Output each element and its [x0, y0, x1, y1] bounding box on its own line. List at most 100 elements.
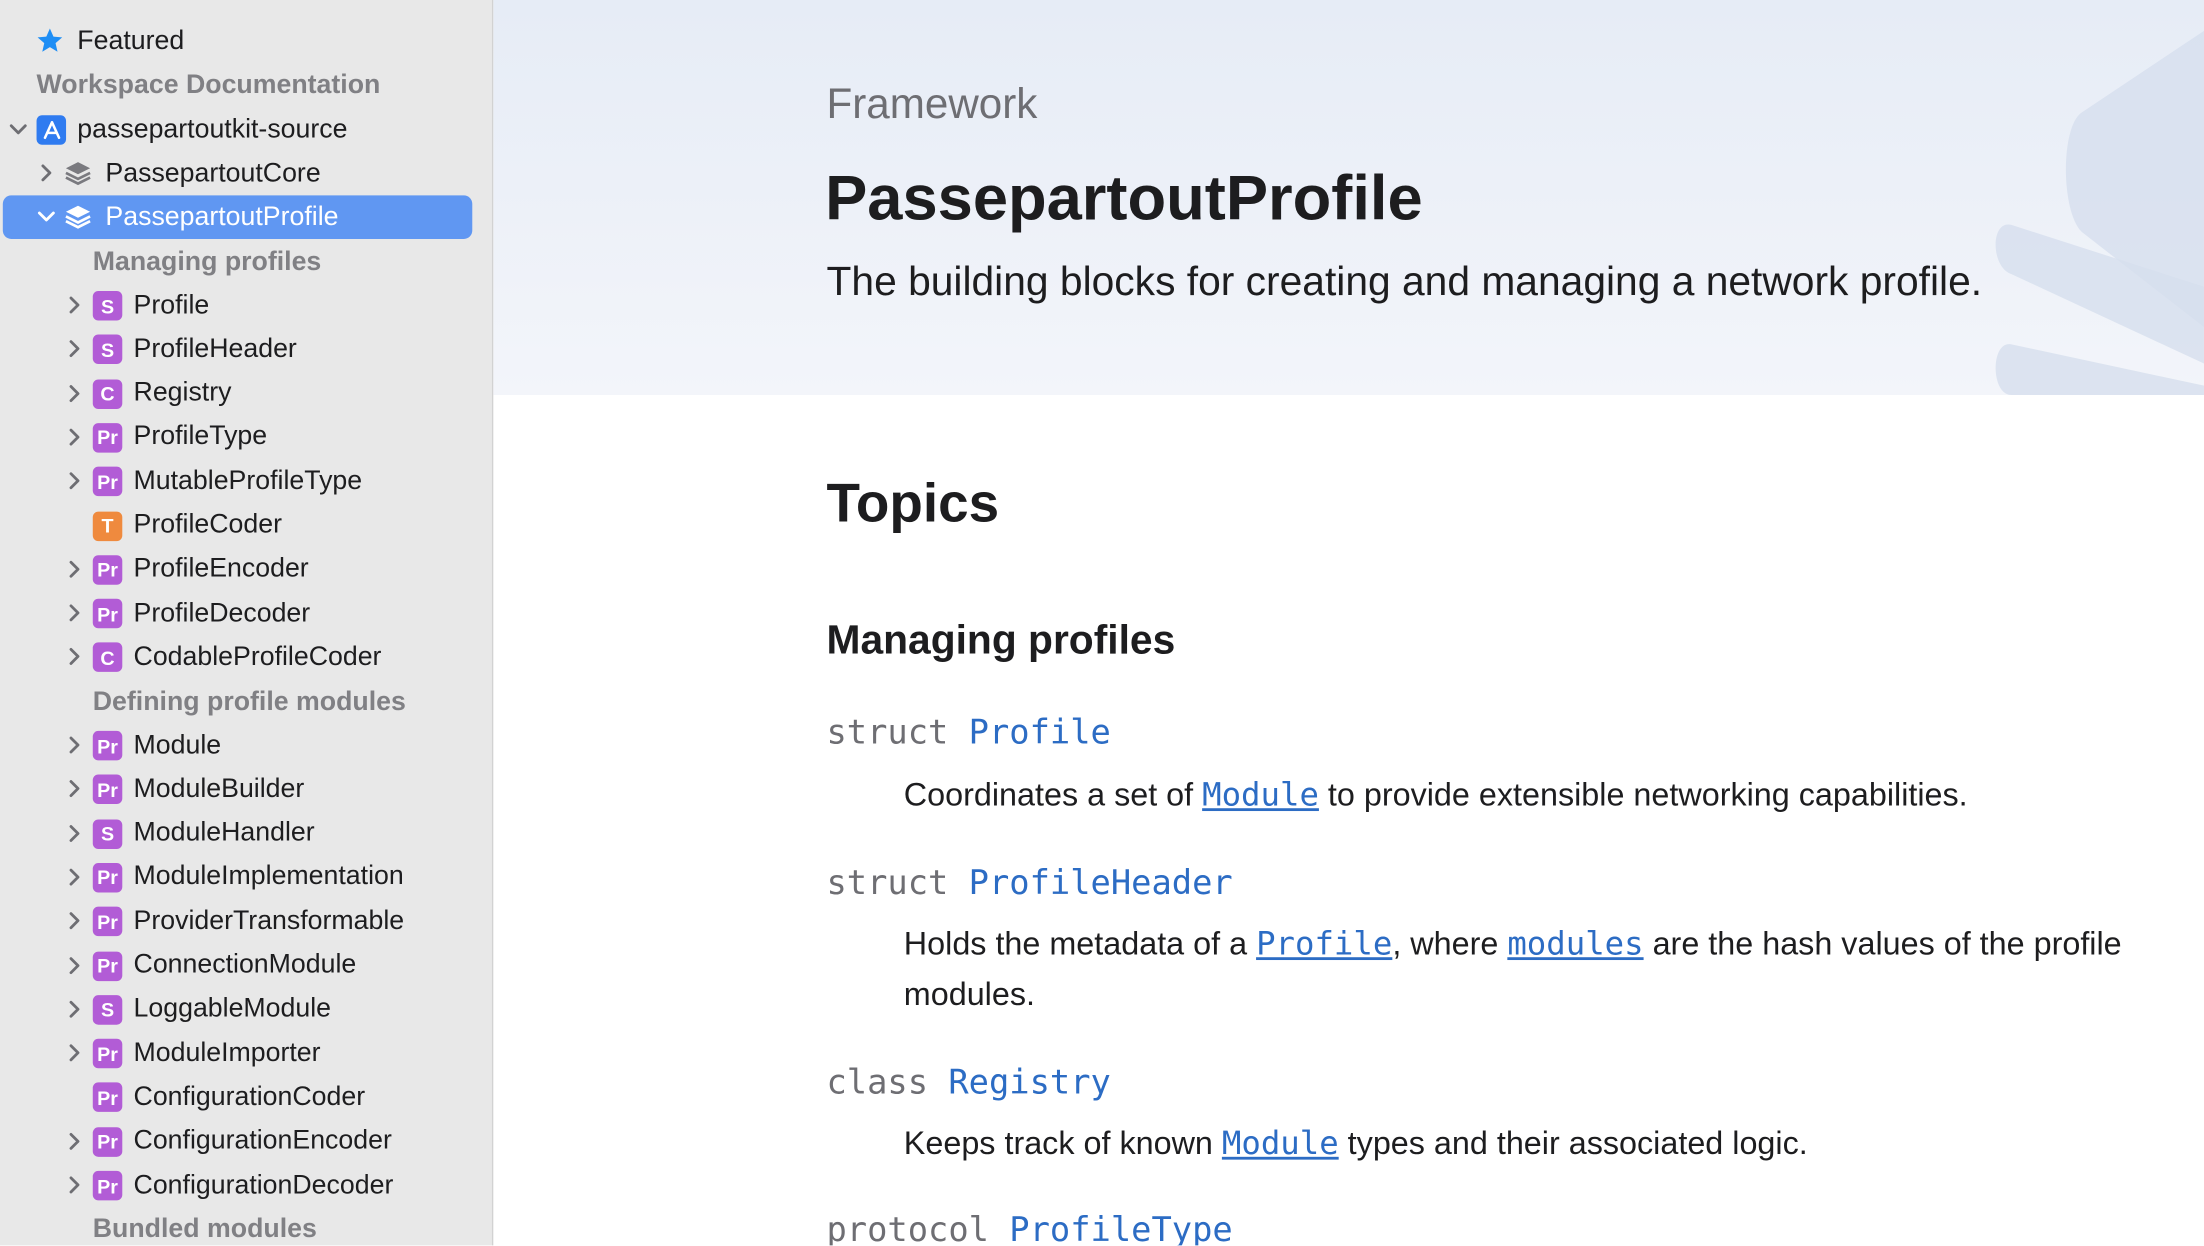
- topic-link[interactable]: ProfileType: [1009, 1210, 1232, 1245]
- sidebar-item-featured[interactable]: Featured: [0, 20, 492, 64]
- symbol-kind-badge: Pr: [92, 1038, 123, 1069]
- sidebar-item-profileheader[interactable]: S ProfileHeader: [0, 328, 492, 372]
- sidebar-item-mutableprofiletype[interactable]: Pr MutableProfileType: [0, 460, 492, 504]
- chevron-right-icon[interactable]: [65, 1043, 85, 1063]
- sidebar-item-source[interactable]: passepartoutkit-source: [0, 108, 492, 152]
- chevron-right-icon[interactable]: [37, 163, 57, 183]
- sidebar-item-label: ProfileCoder: [133, 510, 282, 540]
- chevron-right-icon[interactable]: [65, 559, 85, 579]
- chevron-right-icon[interactable]: [65, 383, 85, 403]
- chevron-down-icon[interactable]: [8, 119, 28, 139]
- sidebar-item-moduleimplementation[interactable]: Pr ModuleImplementation: [0, 856, 492, 900]
- sidebar-item-label: Featured: [77, 26, 185, 56]
- symbol-link[interactable]: Module: [1202, 777, 1319, 814]
- symbol-link[interactable]: Module: [1222, 1126, 1339, 1163]
- chevron-right-icon[interactable]: [65, 911, 85, 931]
- symbol-link[interactable]: modules: [1507, 926, 1643, 963]
- symbol-kind-badge: Pr: [92, 422, 123, 453]
- sidebar-item-connectionmodule[interactable]: Pr ConnectionModule: [0, 944, 492, 988]
- sidebar-item-registry[interactable]: C Registry: [0, 372, 492, 416]
- sidebar-item-profiledecoder[interactable]: Pr ProfileDecoder: [0, 592, 492, 636]
- symbol-kind-badge: C: [92, 378, 123, 409]
- sidebar-item-label: ProfileEncoder: [133, 554, 309, 584]
- symbol-kind-badge: Pr: [92, 598, 123, 629]
- topic-declaration: struct Profile: [826, 713, 1110, 752]
- symbol-kind-badge: Pr: [92, 1170, 123, 1201]
- desc-text: Coordinates a set of: [903, 775, 1203, 813]
- symbol-kind-badge: Pr: [92, 730, 123, 761]
- sidebar-item-label: ModuleHandler: [133, 818, 315, 848]
- topic-link[interactable]: Profile: [969, 713, 1111, 752]
- sidebar-item-core[interactable]: PassepartoutCore: [0, 152, 492, 196]
- symbol-kind-badge: Pr: [92, 950, 123, 981]
- symbol-kind-badge: S: [92, 334, 123, 365]
- declaration-keyword: protocol: [826, 1210, 989, 1246]
- sidebar-item-label: ConfigurationEncoder: [133, 1126, 392, 1156]
- topic-link[interactable]: ProfileHeader: [969, 863, 1233, 902]
- sidebar-item-label: Module: [133, 730, 222, 760]
- chevron-right-icon[interactable]: [65, 867, 85, 887]
- sidebar-item-profileencoder[interactable]: Pr ProfileEncoder: [0, 548, 492, 592]
- chevron-right-icon[interactable]: [65, 823, 85, 843]
- chevron-right-icon[interactable]: [65, 1131, 85, 1151]
- sidebar-item-module[interactable]: Pr Module: [0, 724, 492, 768]
- app-store-icon: [36, 115, 67, 145]
- sidebar-item-label: CodableProfileCoder: [133, 642, 382, 672]
- hero-banner: Framework PassepartoutProfile The buildi…: [493, 0, 2204, 395]
- sidebar-item-moduleimporter[interactable]: Pr ModuleImporter: [0, 1032, 492, 1076]
- main-content: Framework PassepartoutProfile The buildi…: [493, 0, 2204, 1246]
- sidebar-item-configurationdecoder[interactable]: Pr ConfigurationDecoder: [0, 1164, 492, 1208]
- sidebar-item-configurationencoder[interactable]: Pr ConfigurationEncoder: [0, 1120, 492, 1164]
- sidebar-item-modulehandler[interactable]: S ModuleHandler: [0, 812, 492, 856]
- symbol-kind-badge: Pr: [92, 1082, 123, 1113]
- sidebar-item-label: ProfileType: [133, 422, 268, 452]
- topic-link[interactable]: Registry: [948, 1063, 1110, 1102]
- framework-icon: [63, 157, 93, 187]
- star-icon: [35, 25, 65, 55]
- chevron-right-icon[interactable]: [65, 427, 85, 447]
- sidebar-item-profilecoder[interactable]: T ProfileCoder: [0, 504, 492, 548]
- desc-text: types and their associated logic.: [1338, 1124, 1808, 1162]
- chevron-right-icon[interactable]: [65, 339, 85, 359]
- sidebar-item-label: PassepartoutProfile: [105, 201, 339, 232]
- sidebar-item-codableprofilecoder[interactable]: C CodableProfileCoder: [0, 636, 492, 680]
- sidebar-item-providertransformable[interactable]: Pr ProviderTransformable: [0, 900, 492, 944]
- section-header-managing: Managing profiles: [92, 247, 322, 277]
- chevron-right-icon[interactable]: [65, 999, 85, 1019]
- symbol-kind-badge: Pr: [92, 466, 123, 497]
- chevron-right-icon[interactable]: [65, 735, 85, 755]
- sidebar-item-configurationcoder[interactable]: Pr ConfigurationCoder: [0, 1076, 492, 1120]
- chevron-right-icon[interactable]: [65, 295, 85, 315]
- sidebar-item-label: ProfileHeader: [133, 334, 297, 364]
- symbol-kind-badge: S: [92, 290, 123, 321]
- symbol-kind-badge: Pr: [92, 862, 123, 893]
- framework-icon: [63, 201, 93, 231]
- chevron-right-icon[interactable]: [65, 647, 85, 667]
- sidebar-item-label: LoggableModule: [133, 994, 332, 1024]
- section-header-workspace: Workspace Documentation: [36, 70, 381, 100]
- sidebar-item-label: ConnectionModule: [133, 950, 357, 980]
- desc-text: Holds the metadata of a: [903, 924, 1257, 962]
- sidebar-item-profile[interactable]: S Profile: [0, 284, 492, 328]
- sidebar-item-profiletype[interactable]: Pr ProfileType: [0, 416, 492, 460]
- declaration-keyword: struct: [826, 863, 949, 903]
- chevron-right-icon[interactable]: [65, 1175, 85, 1195]
- sidebar-item-label: passepartoutkit-source: [77, 114, 348, 145]
- sidebar-item-label: ConfigurationDecoder: [133, 1170, 394, 1200]
- chevron-right-icon[interactable]: [65, 603, 85, 623]
- sidebar-item-label: Registry: [133, 378, 232, 408]
- decorative-swoosh: [1995, 30, 2204, 395]
- sidebar-item-profile-framework[interactable]: PassepartoutProfile: [0, 195, 492, 239]
- desc-text: to provide extensible networking capabil…: [1318, 775, 1968, 813]
- sidebar-item-label: ProfileDecoder: [133, 598, 311, 628]
- chevron-right-icon[interactable]: [65, 955, 85, 975]
- sidebar-item-loggablemodule[interactable]: S LoggableModule: [0, 988, 492, 1032]
- chevron-right-icon[interactable]: [65, 471, 85, 491]
- chevron-down-icon[interactable]: [37, 207, 57, 227]
- symbol-kind-badge: Pr: [92, 906, 123, 937]
- chevron-right-icon[interactable]: [65, 779, 85, 799]
- group-heading: Managing profiles: [826, 618, 1176, 664]
- declaration-keyword: struct: [826, 712, 949, 753]
- sidebar-item-modulebuilder[interactable]: Pr ModuleBuilder: [0, 768, 492, 812]
- symbol-link[interactable]: Profile: [1256, 926, 1392, 963]
